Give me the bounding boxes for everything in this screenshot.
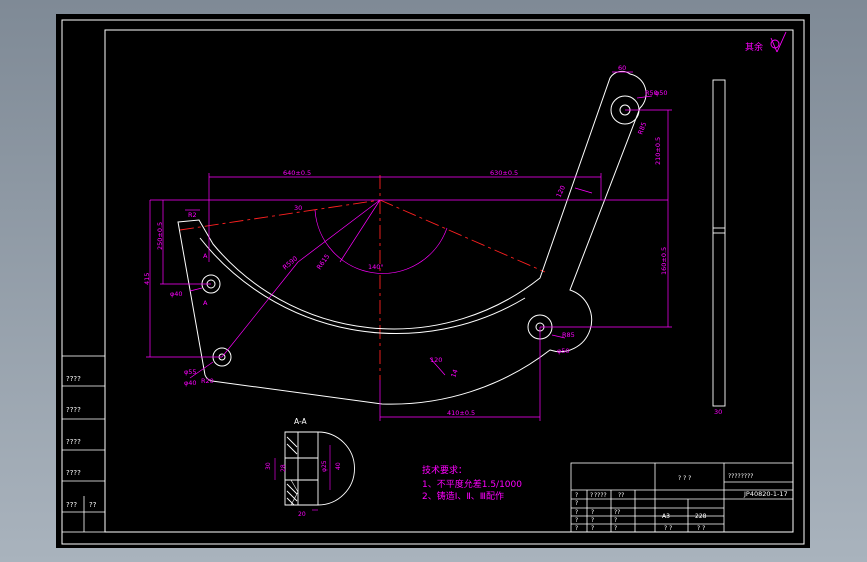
dim-phi50b: φ50 [557, 347, 570, 355]
dim-phi50: φ50 [655, 89, 668, 97]
tb-cell-14: ? [614, 525, 617, 532]
tb-cell-2: ? [590, 492, 593, 499]
tb-cell-4: ?? [618, 492, 624, 499]
tb-cell-5: ? [575, 500, 578, 507]
title-block-scale-b: ? ? [697, 525, 705, 532]
dim-140: 140° [368, 263, 384, 271]
left-block-row-4: ???? [66, 469, 81, 477]
dim-640: 640±0.5 [283, 169, 311, 177]
title-block-material: A3 [662, 513, 670, 520]
roughness-note: 其余 [745, 41, 763, 53]
dim-phi55: φ55 [184, 368, 197, 376]
tb-cell-3: ???? [594, 492, 607, 499]
dim-r85b: R85 [562, 331, 575, 339]
tb-cell-8: ? [575, 525, 578, 532]
left-block-row-2: ???? [66, 406, 81, 414]
tb-cell-6: ? [575, 509, 578, 516]
dim-60: 60 [618, 64, 626, 72]
tech-req-1: 1、不平度允差1.5/1000 [422, 478, 522, 490]
tech-req-title: 技术要求： [422, 464, 467, 476]
dim-80: R2 [188, 211, 197, 219]
drawing-number: JP40820-1-17 [743, 490, 788, 498]
left-block-row-6: ?? [89, 501, 97, 509]
tb-cell-1: ? [575, 492, 578, 499]
section-dim-30: 30 [265, 462, 272, 470]
dim-410: 410±0.5 [447, 409, 475, 417]
side-view-dim: 30 [714, 408, 722, 416]
left-block-row-5: ??? [66, 501, 77, 509]
section-dim-phi: φ25 [321, 460, 328, 472]
section-title: A-A [294, 417, 308, 426]
left-block-row-1: ???? [66, 375, 81, 383]
dim-r20: R20 [201, 377, 214, 385]
left-block-row-3: ???? [66, 438, 81, 446]
tb-cell-7: ? [575, 517, 578, 524]
tb-cell-11: ? [591, 517, 594, 524]
dim-phi40b: φ40 [170, 290, 183, 298]
cad-viewport: ???? ???? ???? ???? ??? ?? 其余 640±0.5 63… [56, 14, 810, 548]
title-block-scale-a: ? ? [664, 525, 672, 532]
title-block-weight: 228 [695, 513, 707, 520]
tb-cell-9: ?? [614, 509, 620, 516]
title-block-name: ???????? [728, 473, 753, 480]
dim-160: 160±0.5 [660, 247, 668, 275]
dim-120: 120 [430, 356, 442, 364]
tb-cell-13: ? [614, 517, 617, 524]
section-mark-a-bottom: A [203, 299, 208, 307]
tech-req-2: 2、铸造Ⅰ、Ⅱ、Ⅲ配作 [422, 490, 504, 502]
dim-250: 250±0.5 [156, 222, 164, 250]
dim-210: 210±0.5 [654, 137, 662, 165]
dim-phi40: φ40 [184, 379, 197, 387]
tb-cell-12: ? [591, 525, 594, 532]
dim-630: 630±0.5 [490, 169, 518, 177]
section-dim-40: 40 [335, 462, 342, 470]
section-mark-a-top: A [203, 252, 208, 260]
dim-415: 415 [143, 273, 151, 285]
section-dim-20: 20 [298, 511, 306, 518]
dim-30: 30 [294, 204, 302, 212]
section-dim-28: 28 [280, 464, 287, 472]
title-block-mid: ? ? ? [678, 475, 691, 482]
tb-cell-10: ? [591, 509, 594, 516]
